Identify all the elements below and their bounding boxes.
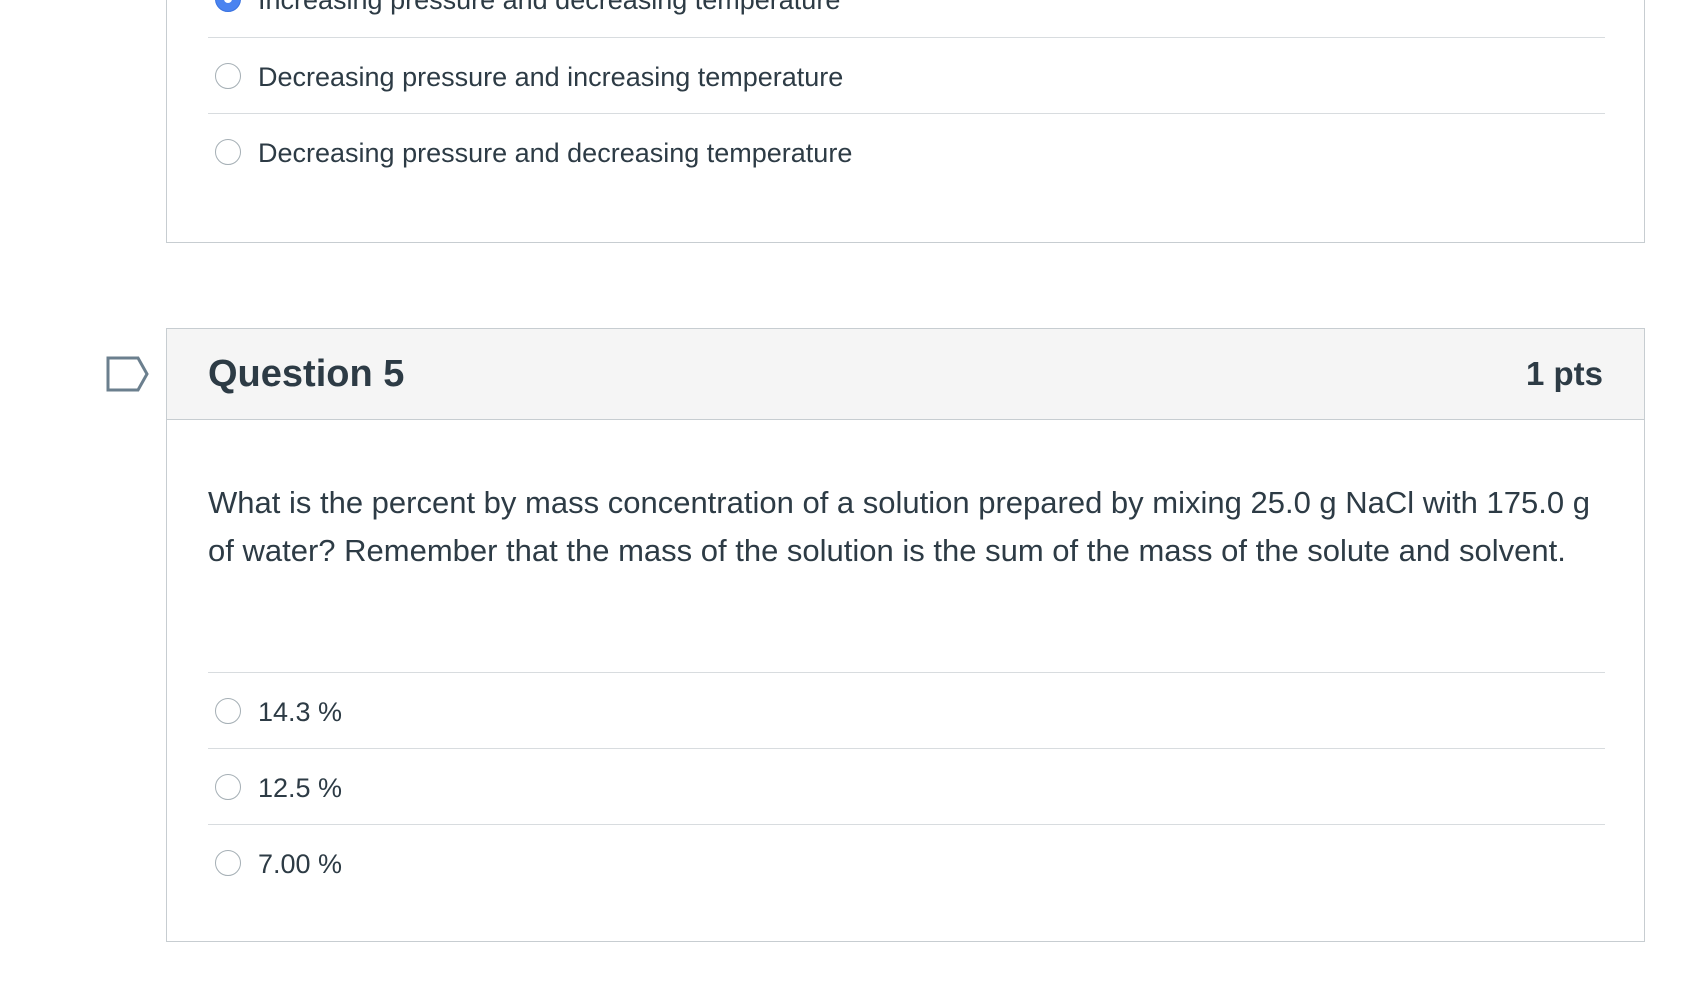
question-5-card: Question 5 1 pts What is the percent by …	[166, 328, 1645, 942]
answer-label: 12.5 %	[258, 773, 343, 803]
question-5-answers: 14.3 % 12.5 % 7.00 %	[208, 672, 1605, 900]
previous-question-answers: Increasing pressure and decreasing tempe…	[208, 0, 1605, 189]
answer-label: Decreasing pressure and decreasing tempe…	[258, 138, 853, 168]
radio-button-icon[interactable]	[215, 698, 241, 724]
question-header: Question 5 1 pts	[167, 329, 1644, 420]
radio-button-selected-icon[interactable]	[215, 0, 241, 12]
question-text: What is the percent by mass concentratio…	[208, 485, 1590, 568]
answer-label: Increasing pressure and decreasing tempe…	[258, 0, 841, 15]
answer-option[interactable]: 7.00 %	[208, 824, 1605, 900]
answer-option[interactable]: 12.5 %	[208, 748, 1605, 824]
flag-question-icon[interactable]	[106, 356, 150, 397]
answer-label: 14.3 %	[258, 697, 343, 727]
radio-button-icon[interactable]	[215, 63, 241, 89]
radio-button-icon[interactable]	[215, 850, 241, 876]
answer-label: Decreasing pressure and increasing tempe…	[258, 62, 844, 92]
answer-option[interactable]: Increasing pressure and decreasing tempe…	[208, 0, 1605, 37]
previous-question-card: Increasing pressure and decreasing tempe…	[166, 0, 1645, 243]
answer-label: 7.00 %	[258, 849, 343, 879]
answer-option[interactable]: Decreasing pressure and decreasing tempe…	[208, 113, 1605, 189]
radio-button-icon[interactable]	[215, 774, 241, 800]
answer-option[interactable]: 14.3 %	[208, 672, 1605, 748]
question-title: Question 5	[208, 353, 405, 395]
question-points: 1 pts	[1525, 355, 1603, 392]
answer-option[interactable]: Decreasing pressure and increasing tempe…	[208, 37, 1605, 113]
radio-button-icon[interactable]	[215, 139, 241, 165]
